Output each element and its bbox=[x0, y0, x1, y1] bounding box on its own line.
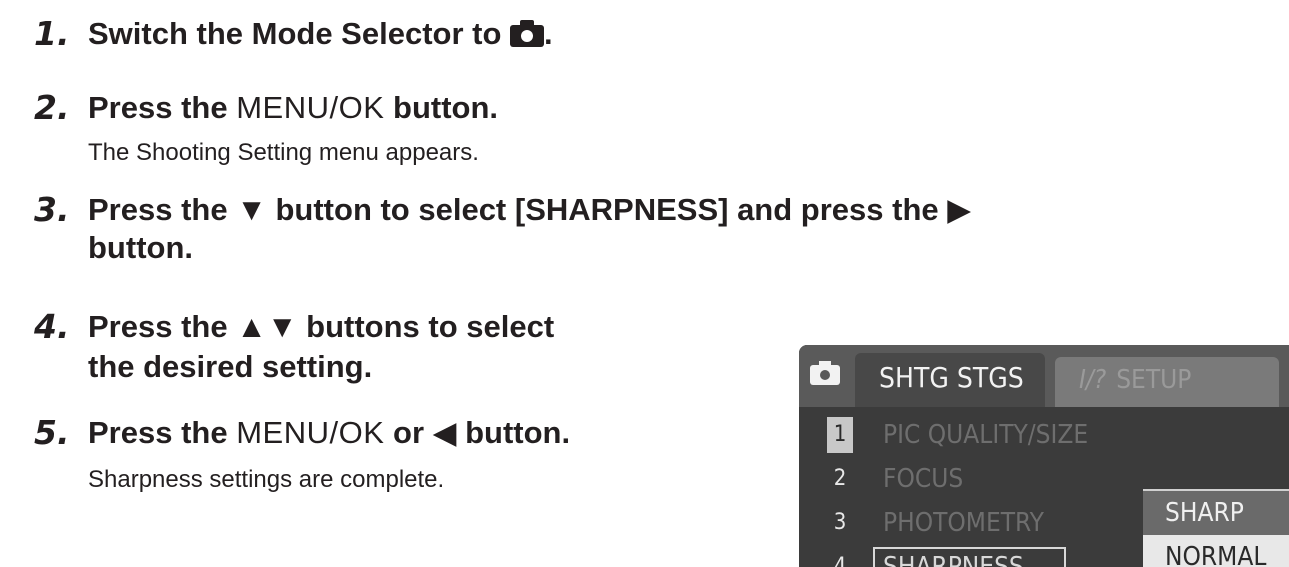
step-instruction: Press the MENU/OK or ◀ button. bbox=[88, 415, 571, 450]
menu-item-label: PHOTOMETRY bbox=[883, 508, 1044, 538]
step-number: 4. bbox=[34, 307, 70, 346]
setup-icon: I/? bbox=[1079, 365, 1107, 395]
page-number: 1 bbox=[827, 417, 853, 453]
step-number: 5. bbox=[34, 413, 70, 452]
tab-setup: I/? SETUP bbox=[1055, 357, 1279, 407]
step-1: 1. Switch the Mode Selector to . bbox=[34, 14, 934, 54]
step-2: 2. Press the MENU/OK button. The Shootin… bbox=[34, 88, 934, 168]
option-normal: NORMAL bbox=[1143, 535, 1289, 567]
tab-shooting-settings: SHTG STGS bbox=[855, 353, 1045, 407]
menu-item-label-selected: SHARPNESS bbox=[873, 547, 1066, 567]
row-number: 3 bbox=[833, 510, 847, 535]
row-number: 4 bbox=[833, 554, 847, 567]
step-note: The Shooting Setting menu appears. bbox=[88, 139, 479, 166]
step-instruction: Press the MENU/OK button. bbox=[88, 90, 499, 125]
camera-lcd-screenshot: SHTG STGS I/? SETUP 1 PIC QUALITY/SIZE 2 … bbox=[799, 345, 1289, 567]
row-number: 2 bbox=[833, 466, 847, 491]
step-instruction: Switch the Mode Selector to . bbox=[88, 16, 553, 51]
sharpness-options: SHARP NORMAL bbox=[1143, 489, 1289, 567]
menu-row: 1 PIC QUALITY/SIZE bbox=[799, 415, 1289, 455]
menu-item-label: FOCUS bbox=[883, 464, 964, 494]
step-note: Sharpness settings are complete. bbox=[88, 466, 445, 493]
option-sharp: SHARP bbox=[1143, 489, 1289, 535]
menu-ok-button-label: MENU/OK bbox=[236, 415, 385, 450]
step-instruction-cont: button. bbox=[88, 230, 194, 265]
step-4: 4. Press the ▲▼ buttons to select the de… bbox=[34, 307, 754, 387]
step-number: 1. bbox=[34, 14, 70, 53]
step-instruction: Press the ▲▼ buttons to select bbox=[88, 309, 555, 344]
camera-icon bbox=[810, 361, 840, 385]
camera-icon bbox=[510, 20, 544, 47]
step-5: 5. Press the MENU/OK or ◀ button. Sharpn… bbox=[34, 413, 774, 503]
step-3: 3. Press the ▼ button to select [SHARPNE… bbox=[34, 190, 1274, 270]
step-number: 2. bbox=[34, 88, 70, 127]
menu-ok-button-label: MENU/OK bbox=[236, 90, 385, 125]
step-instruction: Press the ▼ button to select [SHARPNESS]… bbox=[88, 192, 972, 227]
step-number: 3. bbox=[34, 190, 70, 229]
menu-item-label: PIC QUALITY/SIZE bbox=[883, 420, 1089, 450]
step-instruction-cont: the desired setting. bbox=[88, 349, 373, 384]
